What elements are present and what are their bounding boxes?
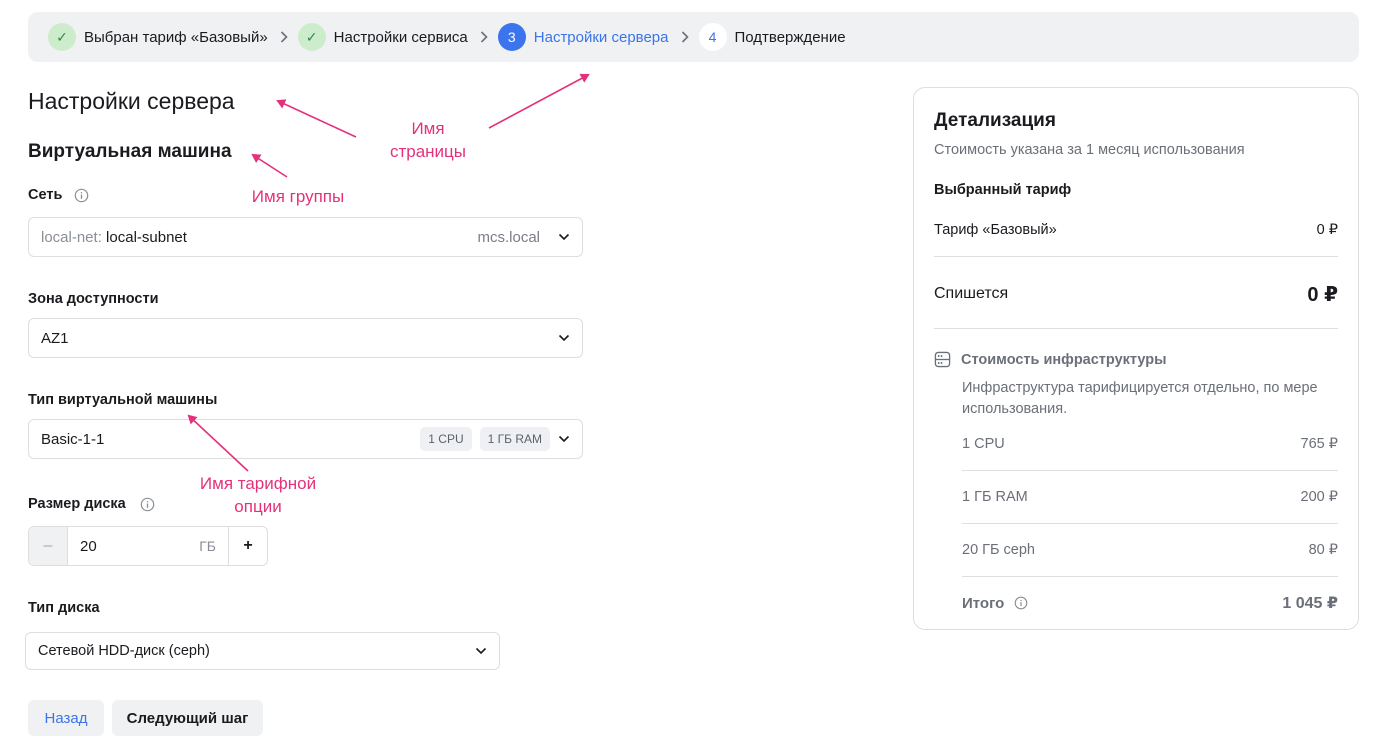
group-title: Виртуальная машина <box>28 141 232 162</box>
zone-value: AZ1 <box>41 329 69 347</box>
infra-title: Стоимость инфраструктуры <box>961 351 1167 368</box>
network-prefix: local-net: <box>41 228 102 246</box>
step-confirmation: 4 Подтверждение <box>698 23 846 51</box>
next-step-button[interactable]: Следующий шаг <box>112 700 263 736</box>
summary-title: Детализация <box>934 110 1056 131</box>
zone-label-text: Зона доступности <box>28 291 159 307</box>
annotation-tariff-option-name: Имя тарифной опции <box>199 474 317 516</box>
chevron-down-icon <box>558 334 570 342</box>
network-select[interactable]: local-net: local-subnet mcs.local <box>28 217 583 257</box>
tariff-row: Тариф «Базовый» 0 ₽ <box>934 220 1338 240</box>
chevron-down-icon <box>558 233 570 241</box>
step-service-settings[interactable]: ✓ Настройки сервиса <box>297 23 468 51</box>
disk-type-value: Сетевой HDD-диск (ceph) <box>38 643 210 659</box>
chevron-right-icon <box>480 31 488 43</box>
infra-row-label: 20 ГБ ceph <box>962 542 1035 558</box>
charge-value: 0 ₽ <box>1307 283 1338 306</box>
disk-size-stepper: – 20 ГБ + <box>28 526 268 566</box>
selected-tariff-heading: Выбранный тариф <box>934 182 1072 198</box>
step-label: Настройки сервера <box>533 28 669 46</box>
total-row: Итого 1 045 ₽ <box>962 592 1338 614</box>
vm-type-label: Тип виртуальной машины <box>28 392 217 408</box>
step-tariff[interactable]: ✓ Выбран тариф «Базовый» <box>48 23 268 51</box>
annotation-page-name: Имя страницы <box>389 119 467 161</box>
infra-row: 20 ГБ ceph 80 ₽ <box>962 540 1338 560</box>
divider <box>962 470 1338 471</box>
infra-row-label: 1 CPU <box>962 436 1005 452</box>
divider <box>962 576 1338 577</box>
divider <box>934 328 1338 329</box>
disk-type-select[interactable]: Сетевой HDD-диск (ceph) <box>25 632 500 670</box>
disk-type-label: Тип диска <box>28 600 100 616</box>
cpu-chip: 1 CPU <box>420 427 472 451</box>
network-value: local-subnet <box>106 228 187 246</box>
info-icon[interactable] <box>140 497 155 512</box>
step-label: Подтверждение <box>734 28 846 46</box>
infra-row: 1 ГБ RAM 200 ₽ <box>962 487 1338 507</box>
total-value: 1 045 ₽ <box>1282 595 1338 612</box>
increment-button[interactable]: + <box>228 527 267 565</box>
step-label: Выбран тариф «Базовый» <box>84 28 268 46</box>
disk-size-input[interactable]: 20 ГБ <box>68 527 228 565</box>
disk-size-value: 20 <box>80 537 97 555</box>
check-icon: ✓ <box>297 23 326 51</box>
step-number: 4 <box>698 23 727 51</box>
vm-type-select[interactable]: Basic-1-1 1 CPU 1 ГБ RAM <box>28 419 583 459</box>
charge-label: Спишется <box>934 285 1009 302</box>
network-label: Сеть <box>28 187 89 203</box>
check-icon: ✓ <box>48 23 76 51</box>
network-label-text: Сеть <box>28 187 63 203</box>
info-icon[interactable] <box>74 188 89 203</box>
step-label: Настройки сервиса <box>333 28 468 46</box>
divider <box>962 523 1338 524</box>
vm-type-value: Basic-1-1 <box>41 430 105 448</box>
ram-chip: 1 ГБ RAM <box>479 427 550 451</box>
info-icon[interactable] <box>1014 596 1028 610</box>
server-icon <box>934 351 951 368</box>
summary-subtitle: Стоимость указана за 1 месяц использован… <box>934 142 1245 158</box>
infra-row: 1 CPU 765 ₽ <box>962 434 1338 454</box>
annotation-group-name: Имя группы <box>251 187 345 206</box>
page-title: Настройки сервера <box>28 88 235 114</box>
infra-row-price: 765 ₽ <box>1300 436 1338 452</box>
infra-description: Инфраструктура тарифицируется отдельно, … <box>962 380 1318 417</box>
infra-row-price: 200 ₽ <box>1300 489 1338 505</box>
step-number: 3 <box>497 23 526 51</box>
zone-label: Зона доступности <box>28 291 159 307</box>
decrement-button[interactable]: – <box>29 527 68 565</box>
disk-size-label: Размер диска <box>28 496 155 512</box>
total-label: Итого <box>962 594 1005 612</box>
disk-size-label-text: Размер диска <box>28 496 126 512</box>
tariff-price: 0 ₽ <box>1316 222 1338 238</box>
network-domain: mcs.local <box>477 228 540 246</box>
wizard-stepper: ✓ Выбран тариф «Базовый» ✓ Настройки сер… <box>28 12 1359 62</box>
infra-row-label: 1 ГБ RAM <box>962 489 1028 505</box>
step-server-settings: 3 Настройки сервера <box>497 23 669 51</box>
chevron-down-icon <box>558 435 570 443</box>
charge-row: Спишется 0 ₽ <box>934 282 1338 306</box>
total-label-group: Итого <box>962 595 1028 612</box>
zone-select[interactable]: AZ1 <box>28 318 583 358</box>
disk-size-unit: ГБ <box>199 538 216 554</box>
infra-heading: Стоимость инфраструктуры <box>934 351 1166 368</box>
summary-card: Детализация Стоимость указана за 1 месяц… <box>913 87 1359 630</box>
chevron-right-icon <box>681 31 689 43</box>
tariff-label: Тариф «Базовый» <box>934 222 1057 238</box>
vm-type-label-text: Тип виртуальной машины <box>28 392 218 408</box>
divider <box>934 256 1338 257</box>
chevron-down-icon <box>475 647 487 655</box>
back-button[interactable]: Назад <box>28 700 104 736</box>
disk-type-label-text: Тип диска <box>28 600 100 616</box>
infra-row-price: 80 ₽ <box>1308 542 1338 558</box>
chevron-right-icon <box>280 31 288 43</box>
